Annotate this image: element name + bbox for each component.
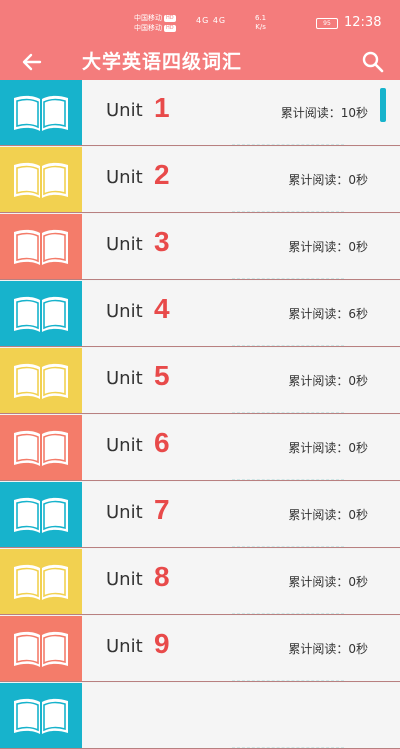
reading-time: 累计阅读：6秒 [288,307,368,321]
open-book-icon [14,162,68,198]
book-thumbnail [0,549,82,614]
reading-time: 累计阅读：10秒 [280,106,368,120]
reading-time: 累计阅读：0秒 [288,508,368,522]
row-divider [232,612,344,614]
scrollbar[interactable] [380,88,386,708]
book-thumbnail [0,147,82,212]
unit-list-item[interactable]: Unit 4 累计阅读：6秒 [0,281,400,347]
unit-label: Unit [106,569,143,590]
open-book-icon [14,296,68,332]
unit-list-item[interactable]: Unit 2 累计阅读：0秒 [0,147,400,213]
row-divider [232,679,344,681]
row-divider [232,344,344,346]
unit-label: Unit [106,368,143,389]
speed-value: 6.1 [255,14,267,22]
clock: 12:38 [344,15,382,30]
battery-icon: 95 [316,18,338,29]
row-divider [232,478,344,480]
unit-label: Unit [106,301,143,322]
open-book-icon [14,698,68,734]
book-thumbnail [0,616,82,681]
unit-list-item[interactable]: Unit 5 累计阅读：0秒 [0,348,400,414]
arrow-left-icon [22,53,42,71]
open-book-icon [14,497,68,533]
reading-time: 累计阅读：0秒 [288,441,368,455]
book-thumbnail [0,683,82,748]
reading-time: 累计阅读：0秒 [288,642,368,656]
reading-time: 累计阅读：0秒 [288,240,368,254]
unit-number: 4 [154,293,170,324]
reading-time: 累计阅读：0秒 [288,575,368,589]
unit-label: Unit [106,234,143,255]
unit-number: 3 [154,226,170,257]
unit-list-item[interactable] [0,683,400,749]
reading-time: 累计阅读：0秒 [288,173,368,187]
status-bar: 中国移动 HD 中国移动 HD 4G 4G 6.1 K/s 95 12:38 [0,0,400,44]
unit-list-item[interactable]: Unit 9 累计阅读：0秒 [0,616,400,682]
row-divider [232,210,344,212]
row-divider [232,143,344,145]
unit-list-item[interactable]: Unit 6 累计阅读：0秒 [0,415,400,481]
app-bar: 大学英语四级词汇 [0,44,400,80]
search-button[interactable] [360,49,386,75]
unit-number: 2 [154,159,170,190]
book-thumbnail [0,348,82,413]
carrier-1: 中国移动 [134,14,162,22]
hd-badge-1: HD [164,14,176,22]
unit-label: Unit [106,167,143,188]
carrier-info: 中国移动 HD 中国移动 HD [134,13,176,33]
open-book-icon [14,95,68,131]
open-book-icon [14,363,68,399]
open-book-icon [14,631,68,667]
unit-number: 5 [154,360,170,391]
row-divider [232,411,344,413]
back-button[interactable] [20,50,44,74]
unit-number: 7 [154,494,170,525]
unit-label: Unit [106,636,143,657]
open-book-icon [14,229,68,265]
unit-list-item[interactable]: Unit 8 累计阅读：0秒 [0,549,400,615]
unit-number: 6 [154,427,170,458]
unit-number: 9 [154,628,170,659]
book-thumbnail [0,415,82,480]
unit-list-item[interactable]: Unit 7 累计阅读：0秒 [0,482,400,548]
book-thumbnail [0,482,82,547]
reading-time: 累计阅读：0秒 [288,374,368,388]
unit-number: 1 [154,92,170,123]
row-divider [232,277,344,279]
signal-icon: 4G 4G [196,16,227,25]
search-icon [362,51,384,73]
scrollbar-thumb[interactable] [380,88,386,122]
row-divider [232,545,344,547]
book-thumbnail [0,214,82,279]
unit-list-item[interactable]: Unit 1 累计阅读：10秒 [0,80,400,146]
open-book-icon [14,564,68,600]
hd-badge-2: HD [164,24,176,32]
unit-number: 8 [154,561,170,592]
open-book-icon [14,430,68,466]
book-thumbnail [0,281,82,346]
speed-unit: K/s [255,23,266,31]
network-speed: 6.1 K/s [255,14,266,32]
carrier-2: 中国移动 [134,24,162,32]
row-divider [232,746,344,748]
unit-list: Unit 1 累计阅读：10秒 Unit 2 累计阅读：0秒 Unit 3 累计阅读：0秒 Uni… [0,80,400,749]
unit-label: Unit [106,435,143,456]
book-thumbnail [0,80,82,145]
unit-list-item[interactable]: Unit 3 累计阅读：0秒 [0,214,400,280]
unit-label: Unit [106,502,143,523]
unit-label: Unit [106,100,143,121]
page-title: 大学英语四级词汇 [82,51,243,73]
